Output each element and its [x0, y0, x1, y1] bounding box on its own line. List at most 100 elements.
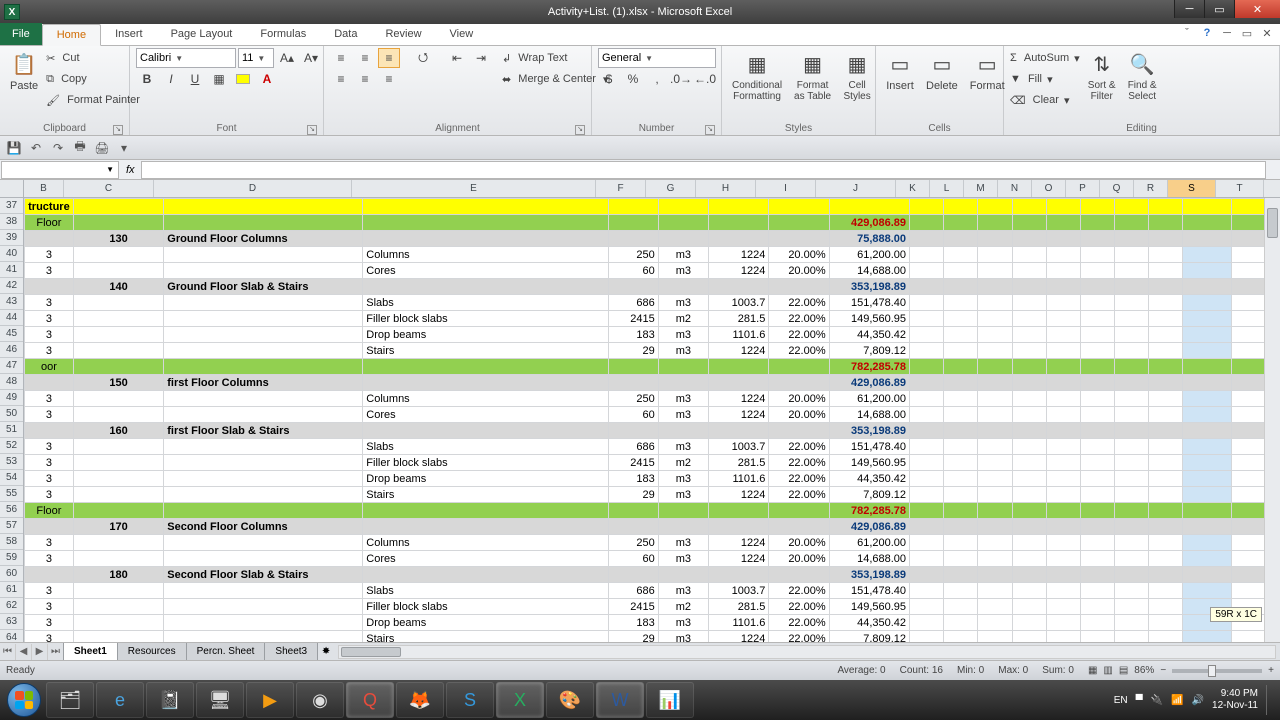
cell[interactable] [1046, 599, 1080, 615]
taskbar-excel-icon[interactable]: X [496, 682, 544, 718]
insert-cells-button[interactable]: ▭Insert [882, 48, 918, 94]
data-tab[interactable]: Data [320, 23, 371, 45]
cell[interactable]: m3 [658, 487, 708, 503]
number-launcher-icon[interactable]: ↘ [705, 125, 715, 135]
cell[interactable]: m3 [658, 343, 708, 359]
tray-clock[interactable]: 9:40 PM12-Nov-11 [1212, 688, 1258, 712]
cell[interactable] [1046, 439, 1080, 455]
cell[interactable] [1183, 247, 1231, 263]
align-middle-icon[interactable]: ≡ [354, 48, 376, 68]
column-header-N[interactable]: N [998, 180, 1032, 197]
cell[interactable] [1046, 615, 1080, 631]
cell[interactable] [978, 567, 1012, 583]
cell[interactable] [164, 583, 363, 599]
cell[interactable] [1115, 279, 1149, 295]
cell[interactable] [1046, 327, 1080, 343]
cell[interactable] [1080, 375, 1114, 391]
cell[interactable] [608, 567, 658, 583]
cell[interactable] [1183, 503, 1231, 519]
column-header-S[interactable]: S [1168, 180, 1216, 197]
cell[interactable] [978, 199, 1012, 215]
cell[interactable] [1012, 631, 1046, 643]
cell[interactable] [1149, 327, 1183, 343]
cell[interactable] [944, 503, 978, 519]
decrease-decimal-icon[interactable]: ←.0 [694, 69, 716, 89]
cell[interactable]: 44,350.42 [829, 471, 909, 487]
cell[interactable]: 44,350.42 [829, 327, 909, 343]
cell[interactable]: m3 [658, 551, 708, 567]
cell[interactable] [73, 551, 163, 567]
fill-color-icon[interactable] [232, 69, 254, 89]
column-header-G[interactable]: G [646, 180, 696, 197]
cell[interactable]: 149,560.95 [829, 455, 909, 471]
cell[interactable] [658, 375, 708, 391]
cell[interactable] [944, 311, 978, 327]
cell[interactable] [1046, 407, 1080, 423]
taskbar-explorer-icon[interactable]: 🗂 [46, 682, 94, 718]
cell[interactable]: 1101.6 [709, 471, 769, 487]
cell[interactable] [944, 295, 978, 311]
cell[interactable] [944, 263, 978, 279]
cell[interactable] [658, 503, 708, 519]
cell[interactable] [709, 231, 769, 247]
cell[interactable] [978, 407, 1012, 423]
save-icon[interactable]: 💾 [4, 138, 24, 158]
cell[interactable] [164, 391, 363, 407]
cell[interactable] [1046, 343, 1080, 359]
cell[interactable] [978, 247, 1012, 263]
cell[interactable] [910, 279, 944, 295]
cell[interactable]: 170 [73, 519, 163, 535]
cell[interactable] [1115, 391, 1149, 407]
row-headers[interactable]: 3738394041424344454647484950515253545556… [0, 198, 24, 642]
cell[interactable] [709, 375, 769, 391]
qat-more-icon[interactable]: ▾ [114, 138, 134, 158]
cell[interactable] [910, 455, 944, 471]
cell[interactable]: m3 [658, 247, 708, 263]
cell[interactable] [709, 503, 769, 519]
cell[interactable] [1149, 487, 1183, 503]
cell[interactable] [1183, 327, 1231, 343]
cell[interactable] [910, 583, 944, 599]
cell[interactable] [1183, 583, 1231, 599]
cell[interactable] [910, 519, 944, 535]
cell[interactable] [978, 535, 1012, 551]
column-header-F[interactable]: F [596, 180, 646, 197]
cell[interactable]: 183 [608, 327, 658, 343]
cell[interactable]: 22.00% [769, 487, 829, 503]
cell[interactable] [978, 311, 1012, 327]
border-icon[interactable]: ▦ [208, 69, 230, 89]
sort-filter-button[interactable]: ⇅Sort & Filter [1084, 48, 1120, 104]
column-header-C[interactable]: C [64, 180, 154, 197]
insert-tab[interactable]: Insert [101, 23, 157, 45]
cell[interactable]: Drop beams [363, 327, 608, 343]
row-header[interactable]: 57 [0, 518, 23, 534]
cell[interactable] [1080, 535, 1114, 551]
cell[interactable] [1149, 407, 1183, 423]
cell[interactable] [164, 359, 363, 375]
cell[interactable]: Columns [363, 535, 608, 551]
taskbar-chrome-icon[interactable]: ◉ [296, 682, 344, 718]
column-headers[interactable]: BCDEFGHIJKLMNOPQRST [24, 180, 1280, 198]
cell[interactable]: 61,200.00 [829, 391, 909, 407]
column-header-T[interactable]: T [1216, 180, 1264, 197]
cell[interactable]: Ground Floor Columns [164, 231, 363, 247]
cell[interactable] [73, 247, 163, 263]
cell[interactable] [1046, 583, 1080, 599]
cell[interactable]: 3 [25, 407, 74, 423]
cell[interactable] [1012, 455, 1046, 471]
cell[interactable] [1183, 423, 1231, 439]
cell[interactable] [910, 311, 944, 327]
currency-icon[interactable]: $ [598, 69, 620, 89]
cell[interactable]: 3 [25, 599, 74, 615]
row-header[interactable]: 54 [0, 470, 23, 486]
cell[interactable] [1012, 487, 1046, 503]
cell[interactable] [1012, 423, 1046, 439]
tray-power-icon[interactable]: 🔌 [1151, 695, 1163, 706]
cell[interactable]: Ground Floor Slab & Stairs [164, 279, 363, 295]
clear-button[interactable]: ⌫ Clear ▾ [1010, 90, 1080, 110]
shrink-font-icon[interactable]: A▾ [300, 48, 322, 68]
cell[interactable] [978, 519, 1012, 535]
cell[interactable]: Drop beams [363, 615, 608, 631]
sheet-tab[interactable]: Sheet1 [63, 643, 118, 661]
cell[interactable] [164, 199, 363, 215]
